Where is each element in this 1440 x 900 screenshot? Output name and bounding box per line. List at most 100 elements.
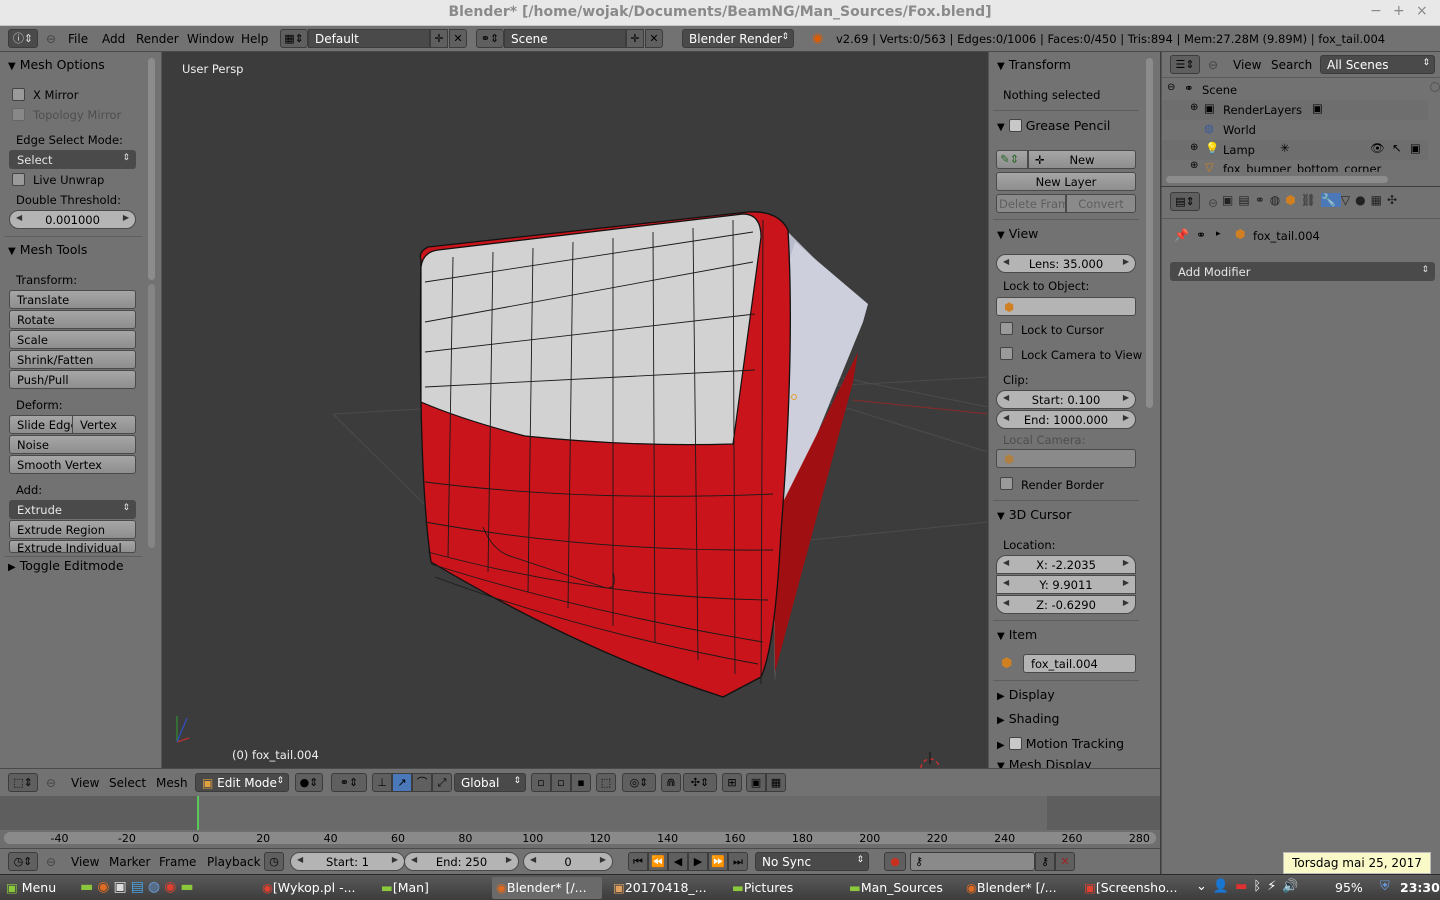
collapse-icon[interactable]: ⊖: [46, 855, 56, 869]
render-border-checkbox[interactable]: [1000, 477, 1013, 490]
maximize-button[interactable]: +: [1393, 3, 1405, 19]
battery-indicator[interactable]: 95%: [1335, 880, 1363, 895]
properties-context-tabs[interactable]: ▣▤⚭◍⬢⛓🔧▽●▦✣: [1222, 193, 1402, 207]
tool-shelf-scrollbar-track[interactable]: [148, 284, 155, 548]
menu-render[interactable]: Render: [136, 32, 179, 46]
outliner-row-world[interactable]: ◍ World: [1162, 120, 1428, 140]
outliner-row-scene[interactable]: ⊖ ⚭ Scene: [1162, 80, 1428, 100]
scene-name-field[interactable]: Scene: [504, 29, 626, 48]
jump-end-button[interactable]: ⏭: [728, 852, 748, 871]
scale-button[interactable]: Scale: [9, 330, 136, 349]
minimize-button[interactable]: −: [1370, 3, 1382, 19]
collapse-icon[interactable]: ⊖: [1208, 196, 1218, 210]
render-engine-select[interactable]: Blender Render ⇕: [682, 29, 794, 48]
topology-mirror-checkbox[interactable]: [12, 108, 25, 121]
timeline-scrollbar[interactable]: [4, 832, 1156, 844]
outliner-horizontal-scrollbar[interactable]: [1166, 176, 1388, 183]
motion-tracking-panel-header[interactable]: ▶ Motion Tracking: [997, 735, 1124, 751]
end-frame-field[interactable]: ◀ End: 250 ▶: [404, 852, 519, 871]
motion-tracking-checkbox[interactable]: [1008, 737, 1022, 750]
layout-browse-button[interactable]: ▦⇕: [280, 29, 308, 48]
outliner-editor-type-button[interactable]: ☰⇕: [1170, 55, 1200, 74]
delete-keyframe-button[interactable]: ✕: [1055, 852, 1075, 871]
current-frame-field[interactable]: ◀ 0 ▶: [523, 852, 613, 871]
clip-end-field[interactable]: ◀ End: 1000.000 ▶: [996, 410, 1136, 429]
extrude-individual-button[interactable]: Extrude Individual: [9, 540, 136, 553]
outliner-row-fox-bumper[interactable]: ⊕ ▽ fox_bumper_bottom_corner: [1162, 160, 1428, 172]
info-editor-type-button[interactable]: ⓘ⇕: [8, 29, 38, 48]
timeline-playback-menu[interactable]: Playback: [207, 855, 261, 869]
record-button[interactable]: ●: [884, 852, 906, 871]
delete-frame-button[interactable]: Delete Frame: [996, 194, 1066, 213]
mesh-tools-panel-header[interactable]: ▼ Mesh Tools: [8, 242, 87, 257]
user-icon[interactable]: 👤: [1213, 879, 1235, 894]
terminal-icon[interactable]: ▣: [113, 879, 130, 895]
timeline-editor[interactable]: -40 -20 0 20 40 60 80 100 120 140 160 180 200 220 240 2…: [0, 796, 1160, 848]
extrude-region-button[interactable]: Extrude Region: [9, 520, 136, 539]
jump-start-button[interactable]: ⏮: [628, 852, 648, 871]
shield-icon[interactable]: ⛨: [1380, 879, 1390, 894]
keying-set-field[interactable]: ⚷: [910, 852, 1035, 871]
volume-icon[interactable]: 🔊: [1282, 879, 1304, 894]
rotate-manipulator-toggle[interactable]: ⌒: [412, 773, 432, 792]
editor-icon[interactable]: ▤: [131, 879, 148, 895]
start-menu-button[interactable]: ▣ Menu: [2, 877, 78, 899]
limit-selection-button[interactable]: ⬚: [596, 773, 616, 792]
playhead[interactable]: [197, 796, 199, 830]
world-tab-icon[interactable]: ◍: [1270, 193, 1285, 207]
timeline-marker-menu[interactable]: Marker: [109, 855, 150, 869]
scale-manipulator-toggle[interactable]: ⤢: [432, 773, 452, 792]
scene-tab-icon[interactable]: ⚭: [1255, 193, 1270, 207]
collapse-icon[interactable]: ⊖: [46, 32, 56, 46]
transform-orientation-select[interactable]: Global ⇕: [454, 773, 526, 792]
cursor-z-field[interactable]: ◀ Z: -0.6290 ▶: [996, 595, 1136, 614]
prev-keyframe-button[interactable]: ⏪: [648, 852, 668, 871]
arrow-down-icon[interactable]: ⌄: [1196, 879, 1213, 894]
properties-region-scrollbar[interactable]: [1146, 58, 1153, 408]
texture-tab-icon[interactable]: ▦: [1371, 193, 1387, 207]
object-tab-icon[interactable]: ⬢: [1285, 193, 1300, 207]
viewport-mesh-menu[interactable]: Mesh: [156, 776, 188, 790]
clip-start-field[interactable]: ◀ Start: 0.100 ▶: [996, 390, 1136, 409]
slide-edge-button[interactable]: Slide Edge: [9, 415, 73, 434]
grease-pencil-checkbox[interactable]: [1008, 119, 1022, 132]
firefox-icon[interactable]: ◉: [97, 879, 113, 895]
face-select-mode-button[interactable]: ▪: [571, 773, 591, 792]
layout-add-button[interactable]: ✛: [430, 29, 448, 48]
proportional-editing-select[interactable]: ◎⇕: [622, 773, 656, 792]
translate-manipulator-toggle[interactable]: ↗: [392, 773, 412, 792]
render-tab-icon[interactable]: ▣: [1222, 193, 1238, 207]
render-animation-button[interactable]: ▦: [766, 773, 786, 792]
timeline-editor-type-button[interactable]: ◷⇕: [8, 852, 38, 871]
outliner-row-renderlayers[interactable]: ⊕ ▣ RenderLayers ▣: [1162, 100, 1428, 120]
grease-pencil-panel-header[interactable]: ▼ Grease Pencil: [997, 117, 1110, 133]
mode-select[interactable]: ▣ Edit Mode ⇕: [195, 773, 289, 792]
noise-button[interactable]: Noise: [9, 435, 136, 454]
play-button[interactable]: ▶: [688, 852, 708, 871]
sync-mode-select[interactable]: No Sync ⇕: [755, 852, 869, 871]
scene-add-button[interactable]: ✛: [626, 29, 644, 48]
local-camera-field[interactable]: ⬢: [996, 449, 1136, 468]
task-blender-active[interactable]: ◉Blender* [/...: [492, 877, 602, 899]
extrude-select[interactable]: Extrude ⇕: [9, 500, 136, 519]
outliner-scroll-indicator[interactable]: [1430, 82, 1440, 92]
material-tab-icon[interactable]: ●: [1355, 193, 1370, 207]
menu-add[interactable]: Add: [102, 32, 125, 46]
modifiers-tab-icon[interactable]: 🔧: [1320, 193, 1341, 207]
x-mirror-checkbox[interactable]: [12, 88, 25, 101]
eye-icon[interactable]: 👁: [1370, 141, 1385, 155]
outliner-display-mode-select[interactable]: All Scenes ⇕: [1320, 55, 1435, 74]
task-wykop[interactable]: ◉[Wykop.pl -...: [258, 877, 370, 899]
preview-range-toggle[interactable]: ◷: [264, 852, 284, 871]
live-unwrap-checkbox[interactable]: [12, 173, 25, 186]
3d-cursor-panel-header[interactable]: ▼ 3D Cursor: [997, 507, 1071, 522]
edge-select-mode-select[interactable]: Select ⇕: [9, 150, 136, 169]
viewport-select-menu[interactable]: Select: [109, 776, 146, 790]
bluetooth-icon[interactable]: ᛒ: [1253, 879, 1267, 894]
new-layer-button[interactable]: New Layer: [996, 172, 1136, 191]
particles-tab-icon[interactable]: ✣: [1387, 193, 1402, 207]
start-frame-field[interactable]: ◀ Start: 1 ▶: [290, 852, 405, 871]
view-panel-header[interactable]: ▼ View: [997, 226, 1038, 241]
viewport-editor-type-button[interactable]: ⬚⇕: [8, 773, 38, 792]
translate-button[interactable]: Translate: [9, 290, 136, 309]
